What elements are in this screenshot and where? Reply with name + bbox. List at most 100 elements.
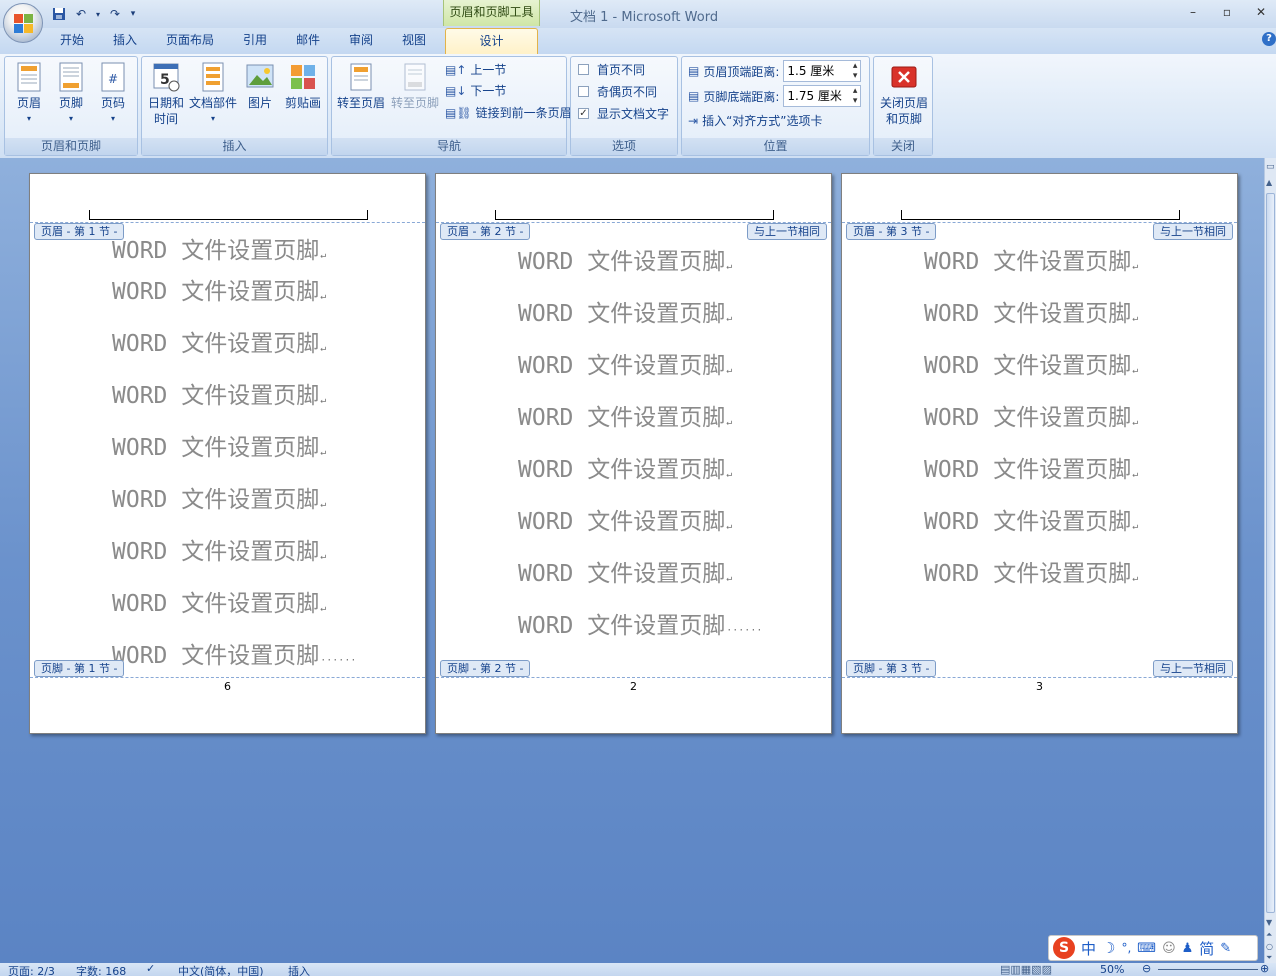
ruler-toggle-icon[interactable]: ▭ — [1266, 162, 1275, 176]
checkbox-icon[interactable] — [578, 64, 589, 75]
body-line[interactable]: WORD 文件设置页脚↵ — [924, 502, 1138, 536]
body-line[interactable]: WORD 文件设置页脚······ — [112, 636, 356, 670]
different-odd-even-checkbox[interactable]: 奇偶页不同 — [578, 83, 657, 100]
body-line[interactable]: WORD 文件设置页脚↵ — [924, 554, 1138, 588]
page-number-button[interactable]: # 页码 ▾ — [93, 59, 133, 127]
tab-view[interactable]: 视图 — [394, 28, 434, 54]
tab-review[interactable]: 审阅 — [341, 28, 381, 54]
date-time-button[interactable]: 5 日期和 时间 — [144, 59, 188, 127]
previous-section-button[interactable]: ▤↑ 上一节 — [445, 61, 506, 78]
close-header-footer-label-1: 关闭页眉 — [879, 96, 928, 110]
user-icon[interactable]: ☺ — [1162, 941, 1176, 956]
skin-icon[interactable]: ♟ — [1182, 941, 1194, 956]
insert-mode-status[interactable]: 插入 — [288, 963, 310, 976]
body-line[interactable]: WORD 文件设置页脚↵ — [112, 584, 326, 618]
word-count-status[interactable]: 字数: 168 — [76, 963, 126, 976]
tab-insert[interactable]: 插入 — [105, 28, 145, 54]
zoom-out-icon[interactable]: ⊖ — [1142, 963, 1151, 975]
keyboard-icon[interactable]: ⌨ — [1137, 941, 1156, 956]
next-page-icon[interactable]: ⏷ — [1266, 953, 1275, 962]
body-line[interactable]: WORD 文件设置页脚↵ — [112, 428, 326, 462]
tab-home[interactable]: 开始 — [52, 28, 92, 54]
customize-qat-icon[interactable]: ▾ — [128, 5, 138, 23]
picture-label: 图片 — [247, 96, 272, 110]
body-line[interactable]: WORD 文件设置页脚↵ — [518, 346, 732, 380]
page-1[interactable]: 页眉 - 第 1 节 - WORD 文件设置页脚↵ WORD 文件设置页脚↵ W… — [29, 173, 426, 734]
language-status[interactable]: 中文(简体，中国) — [178, 963, 264, 976]
body-line[interactable]: WORD 文件设置页脚······ — [518, 606, 762, 640]
page-count-status[interactable]: 页面: 2/3 — [8, 963, 55, 976]
ime-toolbar[interactable]: S 中 ☽ °, ⌨ ☺ ♟ 简 ✎ — [1048, 935, 1258, 961]
body-line[interactable]: WORD 文件设置页脚↵ — [924, 294, 1138, 328]
close-header-footer-button[interactable]: 关闭页眉 和页脚 — [876, 59, 932, 127]
tab-page-layout[interactable]: 页面布局 — [160, 28, 220, 54]
body-line[interactable]: WORD 文件设置页脚↵ — [112, 324, 326, 358]
body-line[interactable]: WORD 文件设置页脚↵ — [112, 532, 326, 566]
page-3[interactable]: 页眉 - 第 3 节 - 与上一节相同 WORD 文件设置页脚↵ WORD 文件… — [841, 173, 1238, 734]
tab-design[interactable]: 设计 — [445, 28, 538, 55]
quick-parts-button[interactable]: 文档部件 ▾ — [188, 59, 238, 127]
body-line[interactable]: WORD 文件设置页脚↵ — [112, 272, 326, 306]
scroll-up-icon[interactable]: ▲ — [1266, 178, 1275, 188]
footer-button[interactable]: 页脚 ▾ — [51, 59, 91, 127]
ime-simplified-mode[interactable]: 简 — [1199, 938, 1214, 959]
page-2[interactable]: 页眉 - 第 2 节 - 与上一节相同 WORD 文件设置页脚↵ WORD 文件… — [435, 173, 832, 734]
prev-page-icon[interactable]: ⏶ — [1266, 930, 1275, 939]
clipart-button[interactable]: 剪贴画 — [282, 59, 324, 111]
tab-mailings[interactable]: 邮件 — [288, 28, 328, 54]
goto-footer-button[interactable]: 转至页脚 — [388, 59, 442, 111]
show-document-text-checkbox[interactable]: ✓ 显示文档文字 — [578, 105, 669, 122]
punctuation-icon[interactable]: °, — [1121, 941, 1131, 955]
zoom-in-icon[interactable]: ⊕ — [1260, 963, 1269, 975]
zoom-slider[interactable] — [1158, 969, 1258, 970]
body-line[interactable]: WORD 文件设置页脚↵ — [924, 398, 1138, 432]
header-button[interactable]: 页眉 ▾ — [9, 59, 49, 127]
header-distance-input[interactable]: 1.5 厘米 — [783, 60, 862, 82]
page-number[interactable]: 6 — [30, 680, 425, 693]
body-line[interactable]: WORD 文件设置页脚↵ — [112, 231, 326, 265]
view-buttons[interactable]: ▤▥▦▧▨ — [1000, 963, 1052, 976]
body-line[interactable]: WORD 文件设置页脚↵ — [112, 376, 326, 410]
body-line[interactable]: WORD 文件设置页脚↵ — [518, 242, 732, 276]
settings-icon[interactable]: ✎ — [1220, 941, 1231, 956]
body-line[interactable]: WORD 文件设置页脚↵ — [924, 346, 1138, 380]
office-button[interactable] — [3, 3, 43, 43]
minimize-button[interactable]: – — [1180, 3, 1206, 21]
tab-references[interactable]: 引用 — [235, 28, 275, 54]
checkbox-icon[interactable] — [578, 86, 589, 97]
undo-icon[interactable]: ↶ — [72, 5, 90, 23]
redo-icon[interactable]: ↷ — [106, 5, 124, 23]
body-line[interactable]: WORD 文件设置页脚↵ — [924, 242, 1138, 276]
browse-object-icon[interactable]: ○ — [1266, 942, 1275, 951]
body-line[interactable]: WORD 文件设置页脚↵ — [924, 450, 1138, 484]
undo-dropdown-icon[interactable]: ▾ — [94, 5, 102, 23]
scrollbar-thumb[interactable] — [1266, 193, 1275, 913]
body-line[interactable]: WORD 文件设置页脚↵ — [518, 294, 732, 328]
sogou-logo-icon[interactable]: S — [1053, 937, 1075, 959]
goto-header-button[interactable]: 转至页眉 — [334, 59, 388, 111]
ime-chinese-mode[interactable]: 中 — [1081, 938, 1096, 959]
different-first-page-checkbox[interactable]: 首页不同 — [578, 61, 645, 78]
insert-alignment-tab-button[interactable]: ⇥ 插入“对齐方式”选项卡 — [688, 112, 823, 129]
maximize-button[interactable]: ▫ — [1214, 3, 1240, 21]
page-number[interactable]: 2 — [436, 680, 831, 693]
body-line[interactable]: WORD 文件设置页脚↵ — [518, 554, 732, 588]
footer-distance-input[interactable]: 1.75 厘米 — [783, 85, 862, 107]
next-section-button[interactable]: ▤↓ 下一节 — [445, 82, 506, 99]
scroll-down-icon[interactable]: ▼ — [1266, 918, 1275, 927]
body-line[interactable]: WORD 文件设置页脚↵ — [112, 480, 326, 514]
close-window-button[interactable]: ✕ — [1248, 3, 1274, 21]
moon-icon[interactable]: ☽ — [1102, 939, 1115, 957]
zoom-level[interactable]: 50% — [1100, 963, 1124, 976]
body-line[interactable]: WORD 文件设置页脚↵ — [518, 502, 732, 536]
body-line[interactable]: WORD 文件设置页脚↵ — [518, 398, 732, 432]
body-line[interactable]: WORD 文件设置页脚↵ — [518, 450, 732, 484]
proofing-icon[interactable]: ✓ — [146, 963, 155, 975]
vertical-scrollbar[interactable]: ▭ ▲ ▼ ⏶ ○ ⏷ — [1264, 158, 1276, 963]
checkbox-checked-icon[interactable]: ✓ — [578, 108, 589, 119]
link-to-previous-button[interactable]: ▤⛓ 链接到前一条页眉 — [445, 104, 572, 121]
help-icon[interactable]: ? — [1262, 32, 1276, 46]
page-number[interactable]: 3 — [842, 680, 1237, 693]
picture-button[interactable]: 图片 — [240, 59, 280, 111]
save-icon[interactable] — [50, 5, 68, 23]
